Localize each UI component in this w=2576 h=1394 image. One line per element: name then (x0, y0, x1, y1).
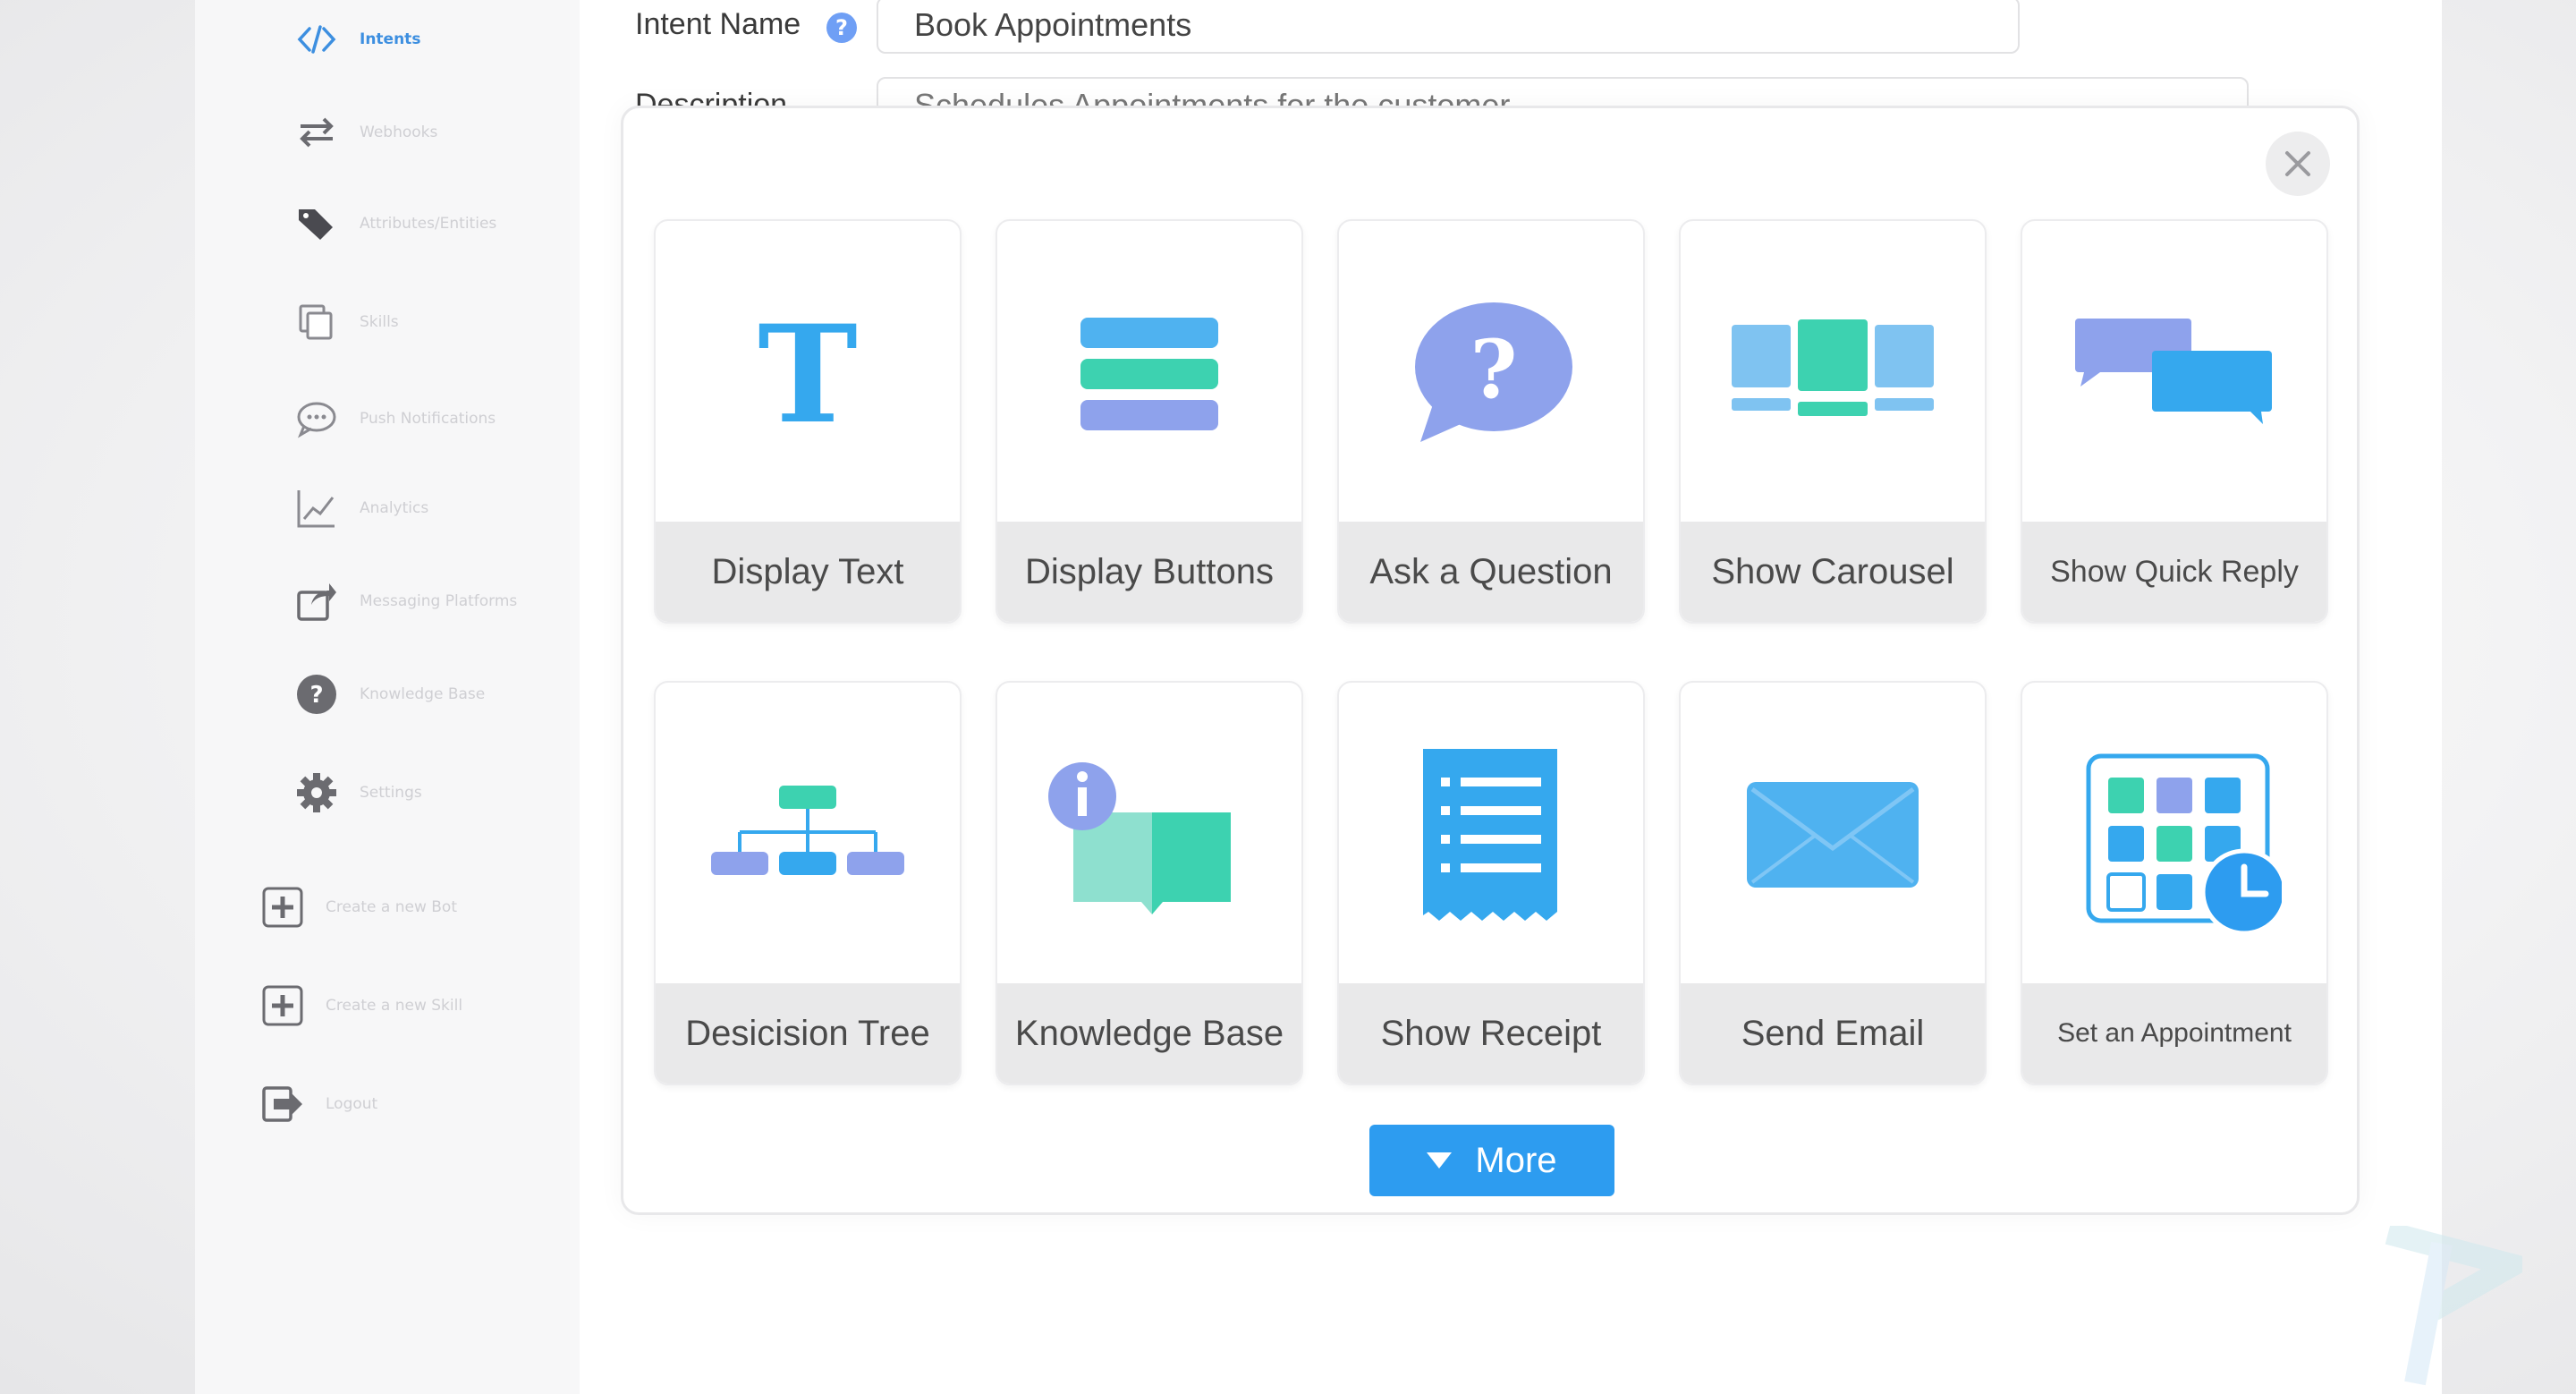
plus-square-icon (259, 884, 306, 931)
card-label: Ask a Question (1339, 522, 1643, 622)
card-label: Knowledge Base (997, 983, 1301, 1084)
envelope-icon (1681, 683, 1985, 987)
svg-text:?: ? (309, 682, 323, 709)
sidebar-item-label: Analytics (360, 499, 429, 517)
sidebar-item-label: Intents (360, 30, 421, 48)
card-knowledge-base[interactable]: Knowledge Base (996, 681, 1303, 1085)
card-ask-question[interactable]: ? Ask a Question (1337, 219, 1645, 624)
sidebar-item-label: Attributes/Entities (360, 215, 497, 233)
buttons-icon (997, 221, 1301, 525)
sidebar-item-messaging[interactable]: Messaging Platforms (293, 574, 517, 628)
sidebar-item-knowledge-base[interactable]: ? Knowledge Base (293, 667, 485, 721)
receipt-icon (1339, 683, 1643, 987)
sidebar-item-intents[interactable]: Intents (293, 13, 420, 66)
sidebar-item-webhooks[interactable]: Webhooks (293, 106, 437, 159)
card-label: Show Quick Reply (2022, 522, 2326, 622)
gear-icon (293, 769, 340, 816)
card-show-receipt[interactable]: Show Receipt (1337, 681, 1645, 1085)
sidebar-item-settings[interactable]: Settings (293, 766, 422, 820)
code-icon (293, 16, 340, 63)
calendar-clock-icon (2022, 683, 2326, 987)
card-label: Show Receipt (1339, 983, 1643, 1084)
sidebar: Intents Webhooks Attributes/Entities Ski… (195, 0, 580, 1394)
book-info-icon (997, 683, 1301, 987)
response-type-modal: T Display Text Display Buttons ? Ask a Q… (621, 106, 2360, 1215)
copy-icon (293, 299, 340, 345)
help-icon[interactable]: ? (826, 13, 857, 43)
sidebar-item-create-bot[interactable]: Create a new Bot (259, 880, 457, 934)
sidebar-item-create-skill[interactable]: Create a new Skill (259, 979, 462, 1033)
sidebar-item-analytics[interactable]: Analytics (293, 481, 428, 535)
more-button[interactable]: More (1369, 1125, 1614, 1196)
sidebar-item-label: Skills (360, 313, 399, 331)
sidebar-item-label: Settings (360, 784, 422, 802)
intent-name-input[interactable]: Book Appointments (877, 0, 2020, 54)
question-circle-icon: ? (293, 671, 340, 718)
svg-text:?: ? (1470, 322, 1518, 417)
question-bubble-icon: ? (1339, 221, 1643, 525)
card-label: Show Carousel (1681, 522, 1985, 622)
swap-arrows-icon (293, 109, 340, 156)
sidebar-item-label: Knowledge Base (360, 685, 486, 703)
card-send-email[interactable]: Send Email (1679, 681, 1987, 1085)
sidebar-item-skills[interactable]: Skills (293, 295, 399, 349)
sidebar-item-label: Create a new Bot (326, 898, 457, 916)
card-display-buttons[interactable]: Display Buttons (996, 219, 1303, 624)
intent-name-label: Intent Name (635, 7, 801, 41)
caret-down-icon (1427, 1152, 1453, 1169)
card-display-text[interactable]: T Display Text (654, 219, 962, 624)
share-icon (293, 578, 340, 625)
sidebar-item-label: Logout (326, 1095, 378, 1113)
card-label: Send Email (1681, 983, 1985, 1084)
tag-icon (293, 200, 340, 247)
carousel-icon (1681, 221, 1985, 525)
tree-icon (656, 683, 960, 987)
chat-bubble-icon (293, 395, 340, 442)
card-label: Set an Appointment (2022, 983, 2326, 1084)
close-icon (2285, 151, 2310, 176)
logout-icon (259, 1081, 306, 1127)
plus-square-icon (259, 982, 306, 1029)
sidebar-item-label: Webhooks (360, 123, 438, 141)
sidebar-item-logout[interactable]: Logout (259, 1077, 377, 1131)
card-show-carousel[interactable]: Show Carousel (1679, 219, 1987, 624)
card-label: Desicision Tree (656, 983, 960, 1084)
card-decision-tree[interactable]: Desicision Tree (654, 681, 962, 1085)
sidebar-item-push[interactable]: Push Notifications (293, 392, 496, 446)
quick-reply-icon (2022, 221, 2326, 525)
text-t-icon: T (656, 221, 960, 525)
card-label: Display Buttons (997, 522, 1301, 622)
logo-watermark (2385, 1226, 2522, 1386)
sidebar-item-attributes[interactable]: Attributes/Entities (293, 197, 496, 251)
card-set-appointment[interactable]: Set an Appointment (2021, 681, 2328, 1085)
sidebar-item-label: Create a new Skill (326, 997, 463, 1015)
card-label: Display Text (656, 522, 960, 622)
card-show-quick-reply[interactable]: Show Quick Reply (2021, 219, 2328, 624)
more-button-label: More (1475, 1140, 1557, 1180)
svg-text:T: T (758, 310, 858, 436)
line-chart-icon (293, 485, 340, 531)
sidebar-item-label: Push Notifications (360, 410, 496, 428)
sidebar-item-label: Messaging Platforms (360, 592, 518, 610)
close-button[interactable] (2266, 132, 2330, 196)
